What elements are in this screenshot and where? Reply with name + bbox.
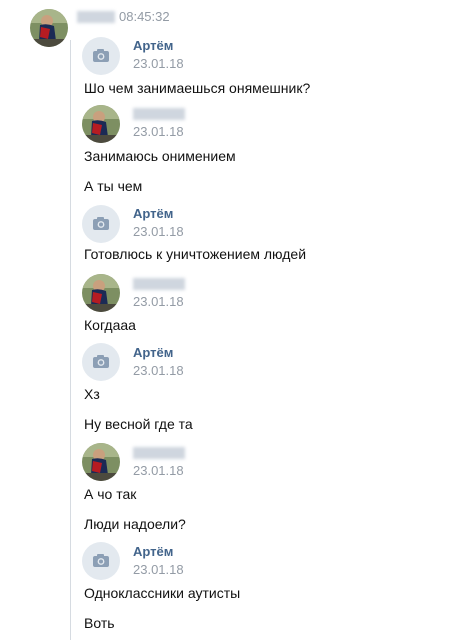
- message-text: Когдааа: [84, 317, 136, 333]
- message-text: А чо так: [84, 486, 137, 502]
- message-text: Хз: [84, 386, 100, 402]
- message-date: 23.01.18: [133, 124, 184, 139]
- message-date: 23.01.18: [133, 363, 184, 378]
- message-text: Занимаюсь онимением: [84, 148, 236, 164]
- message-text: А ты чем: [84, 178, 143, 194]
- message-author[interactable]: Артём: [133, 206, 173, 221]
- camera-icon[interactable]: [82, 37, 120, 75]
- message-time: 08:45:32: [119, 9, 170, 24]
- message-text: Ну весной где та: [84, 416, 193, 432]
- message-text: Воть: [84, 615, 115, 631]
- message-date: 23.01.18: [133, 56, 184, 71]
- camera-icon[interactable]: [82, 343, 120, 381]
- message-text: Одноклассники аутисты: [84, 585, 241, 601]
- avatar[interactable]: [82, 443, 120, 481]
- message-text: Люди надоели?: [84, 516, 186, 532]
- message-date: 23.01.18: [133, 224, 184, 239]
- author-name-redacted: [133, 447, 185, 459]
- sender-name-redacted: [77, 11, 115, 23]
- message-text: Шо чем занимаешься онямешник?: [84, 80, 311, 96]
- message-author[interactable]: Артём: [133, 544, 173, 559]
- message-author[interactable]: Артём: [133, 38, 173, 53]
- camera-icon[interactable]: [82, 542, 120, 580]
- chat-header: 08:45:32: [0, 0, 468, 56]
- message-author[interactable]: Артём: [133, 345, 173, 360]
- message-date: 23.01.18: [133, 294, 184, 309]
- camera-icon[interactable]: [82, 205, 120, 243]
- author-name-redacted: [133, 108, 185, 120]
- author-name-redacted: [133, 278, 185, 290]
- thread-divider-line: [70, 40, 71, 640]
- message-date: 23.01.18: [133, 562, 184, 577]
- avatar[interactable]: [30, 9, 68, 47]
- message-text: Готовлюсь к уничтожением людей: [84, 246, 307, 262]
- message-date: 23.01.18: [133, 463, 184, 478]
- avatar[interactable]: [82, 274, 120, 312]
- avatar[interactable]: [82, 105, 120, 143]
